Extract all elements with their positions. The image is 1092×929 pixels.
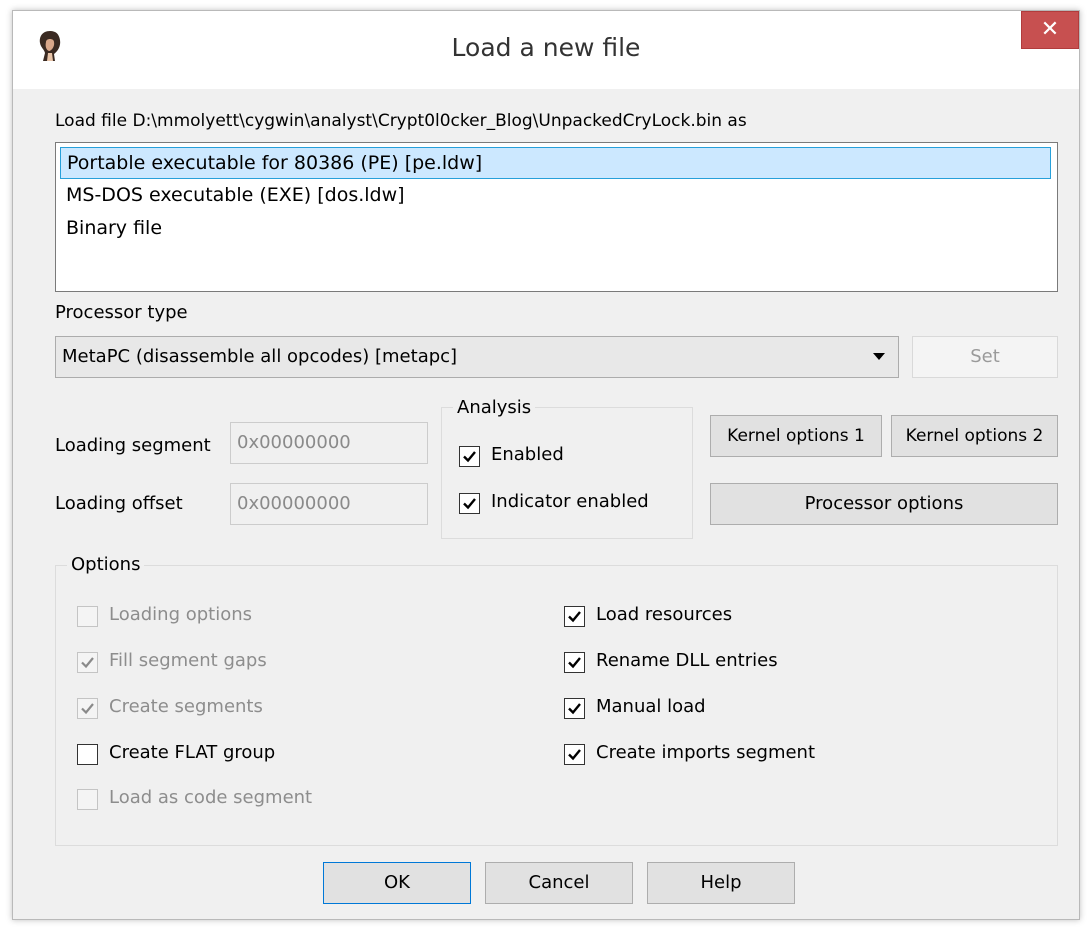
kernel-options-2-button[interactable]: Kernel options 2 <box>891 415 1058 457</box>
list-item-pe[interactable]: Portable executable for 80386 (PE) [pe.l… <box>60 147 1051 179</box>
checkbox-load-as-code-segment[interactable]: Load as code segment <box>77 787 477 813</box>
checkbox-box[interactable] <box>459 493 480 514</box>
checkbox-label: Create FLAT group <box>109 742 276 763</box>
checkbox-box[interactable] <box>77 606 98 627</box>
checkmark-icon <box>81 657 94 669</box>
dialog-title: Load a new file <box>451 33 641 62</box>
loading-segment-input[interactable]: 0x00000000 <box>230 422 428 464</box>
close-button[interactable]: ✕ <box>1021 11 1079 49</box>
checkbox-load-resources[interactable]: Load resources <box>564 604 964 630</box>
checkbox-fill-segment-gaps[interactable]: Fill segment gaps <box>77 650 477 676</box>
load-file-label: Load file D:\mmolyett\cygwin\analyst\Cry… <box>55 111 747 131</box>
checkbox-label: Load as code segment <box>109 787 313 808</box>
checkbox-label: Rename DLL entries <box>596 650 778 671</box>
checkbox-create-imports-segment[interactable]: Create imports segment <box>564 742 964 768</box>
checkmark-icon <box>568 703 581 715</box>
loading-offset-label: Loading offset <box>55 493 183 514</box>
checkbox-analysis-enabled[interactable]: Enabled <box>459 444 679 470</box>
checkbox-label: Manual load <box>596 696 706 717</box>
title-bar: Load a new file ✕ <box>13 11 1079 89</box>
checkbox-box[interactable] <box>564 744 585 765</box>
analysis-group <box>441 407 693 539</box>
cancel-button[interactable]: Cancel <box>485 862 633 904</box>
checkbox-label: Create imports segment <box>596 742 816 763</box>
checkbox-box[interactable] <box>564 698 585 719</box>
checkmark-icon <box>463 498 476 510</box>
kernel-options-1-button[interactable]: Kernel options 1 <box>710 415 882 457</box>
checkmark-icon <box>568 611 581 623</box>
loading-offset-input[interactable]: 0x00000000 <box>230 483 428 525</box>
checkbox-indicator-enabled[interactable]: Indicator enabled <box>459 491 679 517</box>
checkbox-box[interactable] <box>77 652 98 673</box>
checkbox-box[interactable] <box>77 698 98 719</box>
close-icon: ✕ <box>1040 17 1060 42</box>
checkbox-box[interactable] <box>564 652 585 673</box>
dialog-content: Load file D:\mmolyett\cygwin\analyst\Cry… <box>13 89 1079 919</box>
processor-type-label: Processor type <box>55 302 188 323</box>
processor-options-button[interactable]: Processor options <box>710 483 1058 525</box>
checkmark-icon <box>568 749 581 761</box>
checkmark-icon <box>81 703 94 715</box>
options-group-title: Options <box>67 554 145 575</box>
checkbox-box[interactable] <box>77 744 98 765</box>
checkbox-label: Load resources <box>596 604 733 625</box>
checkbox-label: Indicator enabled <box>491 491 649 512</box>
checkmark-icon <box>463 451 476 463</box>
loading-segment-label: Loading segment <box>55 435 211 456</box>
loader-list[interactable]: Portable executable for 80386 (PE) [pe.l… <box>55 142 1058 292</box>
ok-button[interactable]: OK <box>323 862 471 904</box>
checkbox-box[interactable] <box>564 606 585 627</box>
processor-type-value: MetaPC (disassemble all opcodes) [metapc… <box>62 346 458 367</box>
list-item-msdos[interactable]: MS-DOS executable (EXE) [dos.ldw] <box>60 180 1051 212</box>
checkmark-icon <box>568 657 581 669</box>
checkbox-label: Loading options <box>109 604 253 625</box>
checkbox-create-flat-group[interactable]: Create FLAT group <box>77 742 477 768</box>
help-button[interactable]: Help <box>647 862 795 904</box>
checkbox-box[interactable] <box>77 789 98 810</box>
checkbox-label: Enabled <box>491 444 564 465</box>
checkbox-loading-options[interactable]: Loading options <box>77 604 477 630</box>
checkbox-box[interactable] <box>459 446 480 467</box>
checkbox-label: Fill segment gaps <box>109 650 267 671</box>
set-button[interactable]: Set <box>912 336 1058 378</box>
chevron-down-icon <box>873 353 885 360</box>
checkbox-rename-dll-entries[interactable]: Rename DLL entries <box>564 650 964 676</box>
analysis-group-title: Analysis <box>453 397 536 418</box>
checkbox-label: Create segments <box>109 696 263 717</box>
load-file-dialog: Load a new file ✕ Load file D:\mmolyett\… <box>12 10 1080 920</box>
list-item-binary[interactable]: Binary file <box>60 213 1051 245</box>
checkbox-create-segments[interactable]: Create segments <box>77 696 477 722</box>
checkbox-manual-load[interactable]: Manual load <box>564 696 964 722</box>
processor-type-select[interactable]: MetaPC (disassemble all opcodes) [metapc… <box>55 336 899 378</box>
